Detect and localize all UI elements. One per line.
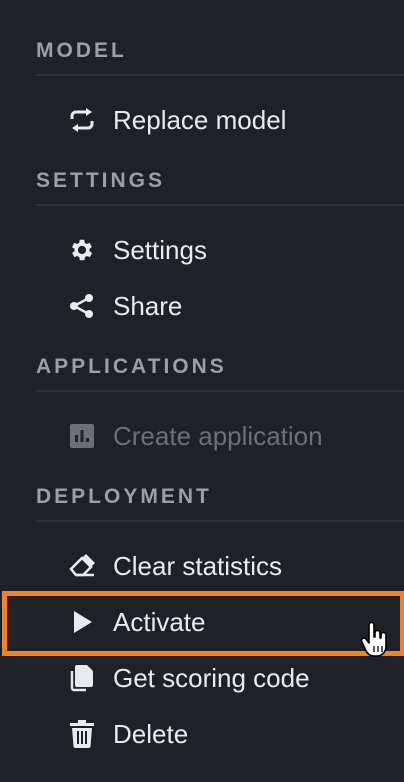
context-menu: MODEL Replace model SETTINGS Settings Sh… bbox=[0, 0, 404, 782]
divider bbox=[36, 520, 404, 522]
menu-item-label: Replace model bbox=[113, 105, 287, 135]
section-header-model: MODEL bbox=[36, 39, 127, 62]
hand-cursor-icon bbox=[360, 621, 390, 658]
menu-item-label: Get scoring code bbox=[113, 663, 310, 693]
menu-item-activate[interactable]: Activate bbox=[0, 596, 404, 648]
chart-icon bbox=[68, 423, 96, 449]
divider bbox=[36, 74, 404, 76]
play-icon bbox=[68, 609, 96, 635]
divider bbox=[36, 390, 404, 392]
copy-icon bbox=[68, 665, 96, 692]
section-header-deployment: DEPLOYMENT bbox=[36, 485, 212, 508]
divider bbox=[36, 204, 404, 206]
trash-icon bbox=[68, 720, 96, 748]
section-header-settings: SETTINGS bbox=[36, 169, 166, 192]
menu-item-label: Settings bbox=[113, 235, 207, 265]
menu-item-replace-model[interactable]: Replace model bbox=[0, 94, 404, 146]
menu-item-label: Create application bbox=[113, 421, 323, 451]
menu-item-label: Clear statistics bbox=[113, 551, 283, 581]
menu-item-label: Delete bbox=[113, 719, 189, 749]
share-icon bbox=[68, 293, 96, 319]
menu-item-label: Share bbox=[113, 291, 183, 321]
eraser-icon bbox=[68, 553, 96, 579]
menu-item-delete[interactable]: Delete bbox=[0, 708, 404, 760]
menu-item-settings[interactable]: Settings bbox=[0, 224, 404, 276]
menu-item-create-application: Create application bbox=[0, 410, 404, 462]
menu-item-share[interactable]: Share bbox=[0, 280, 404, 332]
menu-item-label: Activate bbox=[113, 607, 206, 637]
menu-item-get-scoring-code[interactable]: Get scoring code bbox=[0, 652, 404, 704]
menu-item-clear-statistics[interactable]: Clear statistics bbox=[0, 540, 404, 592]
section-header-applications: APPLICATIONS bbox=[36, 355, 227, 378]
replace-icon bbox=[68, 107, 96, 133]
gear-icon bbox=[68, 237, 96, 263]
